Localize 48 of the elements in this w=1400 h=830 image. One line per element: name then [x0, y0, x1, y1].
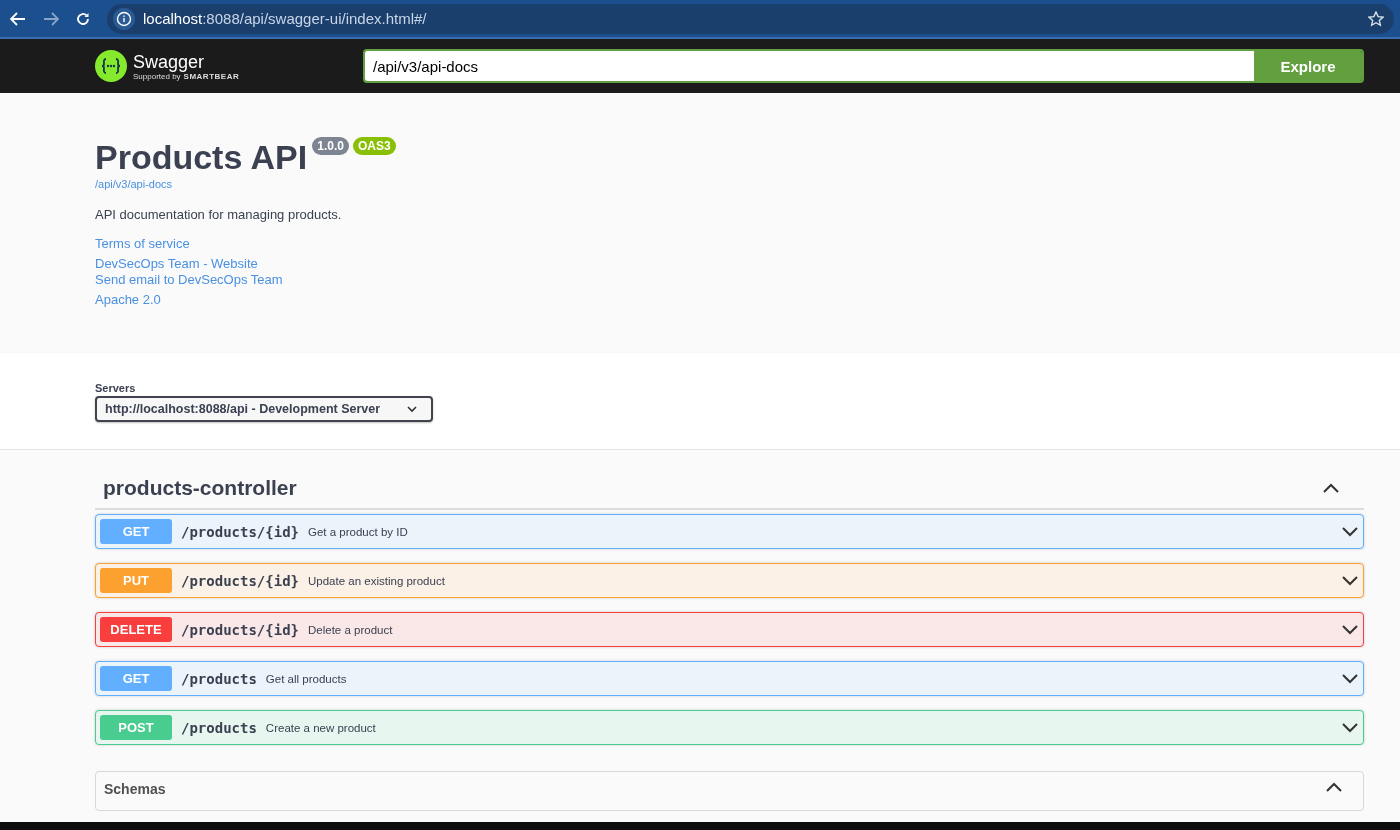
endpoint-summary: Get all products [265, 672, 347, 685]
expand-icon[interactable] [1341, 525, 1359, 538]
info-icon[interactable] [113, 7, 135, 30]
api-title: Products API [95, 137, 308, 177]
operation-row[interactable]: GET /products/{id} Get a product by ID [95, 514, 1364, 549]
schemas-title: Schemas [104, 781, 166, 797]
endpoint-summary: Create a new product [265, 721, 376, 734]
endpoint-path: /products [181, 719, 257, 736]
logo-text: Swagger [133, 51, 205, 72]
method-badge: GET [100, 666, 172, 691]
schemas-panel[interactable]: Schemas [95, 771, 1364, 811]
servers-label: Servers [95, 382, 137, 394]
endpoint-path: /products/{id} [181, 621, 299, 638]
expand-icon[interactable] [1341, 623, 1359, 636]
oas-badge: OAS3 [352, 137, 396, 155]
back-icon[interactable] [10, 11, 26, 26]
version-badge: 1.0.0 [312, 137, 349, 155]
method-badge: GET [100, 519, 172, 544]
section-header[interactable]: products-controller [95, 472, 1364, 510]
forward-icon[interactable] [43, 11, 59, 26]
operation-row[interactable]: PUT /products/{id} Update an existing product [95, 563, 1364, 598]
method-badge: POST [100, 715, 172, 740]
collapse-icon[interactable] [1322, 481, 1340, 495]
address-bar[interactable]: localhost:8088/api/swagger-ui/index.html#/ [107, 3, 1394, 34]
method-badge: DELETE [100, 617, 172, 642]
endpoint-path: /products/{id} [181, 523, 299, 540]
method-badge: PUT [100, 568, 172, 593]
collapse-icon[interactable] [1325, 781, 1343, 794]
servers-dropdown[interactable]: http://localhost:8088/api - Development Server [95, 396, 433, 422]
endpoint-path: /products [181, 670, 257, 687]
endpoint-summary: Delete a product [308, 623, 393, 636]
star-icon[interactable] [1368, 10, 1384, 27]
logo-subtitle: Supported by [133, 71, 181, 81]
expand-icon[interactable] [1341, 672, 1359, 685]
operation-row[interactable]: POST /products Create a new product [95, 710, 1364, 745]
api-description: API documentation for managing products. [95, 207, 343, 222]
caret-icon [407, 405, 417, 413]
swagger-logo-icon[interactable] [95, 50, 127, 82]
operation-row[interactable]: DELETE /products/{id} Delete a product [95, 612, 1364, 647]
endpoint-path: /products/{id} [181, 572, 299, 589]
logo-brand: SMARTBEAR [183, 71, 240, 81]
expand-icon[interactable] [1341, 721, 1359, 734]
endpoint-summary: Update an existing product [308, 574, 445, 587]
expand-icon[interactable] [1341, 574, 1359, 587]
operation-row[interactable]: GET /products Get all products [95, 661, 1364, 696]
url-text: localhost:8088/api/swagger-ui/index.html#/ [143, 10, 427, 27]
reload-icon[interactable] [76, 11, 90, 26]
endpoint-summary: Get a product by ID [308, 525, 408, 538]
